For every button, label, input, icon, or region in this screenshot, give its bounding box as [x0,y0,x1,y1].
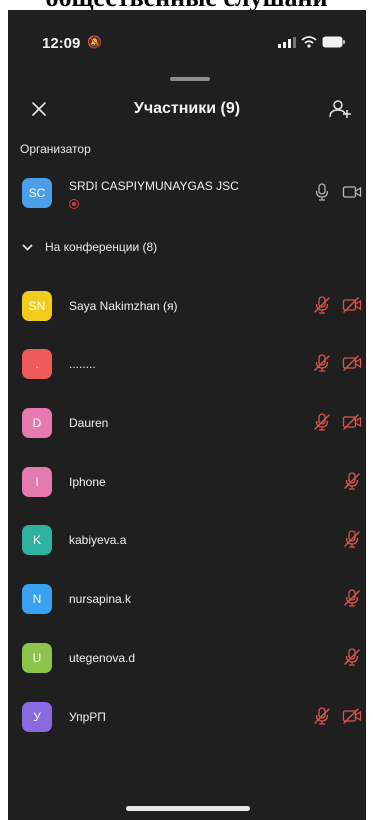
avatar: . [22,349,52,379]
microphone-muted-icon[interactable] [312,295,332,315]
camera-off-icon[interactable] [342,353,362,373]
participant-row[interactable]: I Iphone [8,458,366,506]
participant-row[interactable]: D Dauren [8,399,366,447]
participant-name: SRDI CASPIYMUNAYGAS JSC [69,179,239,193]
avatar: I [22,467,52,497]
camera-icon[interactable] [342,182,362,202]
conference-group-toggle[interactable]: На конференции (8) [22,240,157,254]
microphone-muted-icon[interactable] [342,647,362,667]
home-indicator[interactable] [126,806,250,811]
microphone-muted-icon[interactable] [342,471,362,491]
participant-row[interactable]: Kkabiyeva.a [8,516,366,564]
participants-header: Участники (9) [8,95,366,125]
camera-off-icon[interactable] [342,412,362,432]
chevron-down-icon [22,243,33,251]
conference-group-label: На конференции (8) [45,240,158,254]
participant-row[interactable]: Uutegenova.d [8,634,366,682]
phone-screen: 12:09 🔕 Участники (9) Организатор SC SRD… [8,10,366,820]
avatar: D [22,408,52,438]
participant-name: utegenova.d [69,651,136,665]
avatar: N [22,584,52,614]
organizer-row[interactable]: SC SRDI CASPIYMUNAYGAS JSC [8,169,366,217]
participant-name: УпрРП [69,710,106,724]
organizer-section-label: Организатор [20,142,91,156]
participant-name: Saya Nakimzhan (я) [69,299,178,313]
participant-name: ........ [69,357,96,371]
microphone-muted-icon[interactable] [342,529,362,549]
participant-name: nursapina.k [69,592,132,606]
avatar: SC [22,178,52,208]
microphone-icon[interactable] [312,182,332,202]
wifi-icon [301,36,317,48]
avatar: K [22,525,52,555]
system-icons [278,36,346,48]
participant-name: kabiyeva.a [69,533,127,547]
microphone-muted-icon[interactable] [312,353,332,373]
recording-icon [69,199,79,209]
page-title: Участники (9) [133,100,241,117]
participant-row[interactable]: Nnursapina.k [8,575,366,623]
participant-name: Iphone [69,475,106,489]
camera-off-icon[interactable] [342,706,362,726]
background-caption: общественные слушани [0,0,373,10]
avatar: У [22,702,52,732]
microphone-muted-icon[interactable] [312,412,332,432]
avatar: U [22,643,52,673]
add-user-icon[interactable] [328,97,352,121]
silent-bell-icon: 🔕 [87,35,102,49]
participant-name: Dauren [69,416,109,430]
camera-off-icon[interactable] [342,295,362,315]
sheet-handle[interactable] [170,77,210,81]
participant-row[interactable]: SN Saya Nakimzhan (я) [8,282,366,330]
signal-icon [278,36,296,48]
microphone-muted-icon[interactable] [312,706,332,726]
status-bar: 12:09 🔕 [8,10,366,70]
participant-row[interactable]: У УпрРП [8,693,366,741]
battery-icon [322,36,345,48]
participant-row[interactable]: ......... [8,340,366,388]
status-time: 12:09 [42,35,81,52]
avatar: SN [22,291,52,321]
microphone-muted-icon[interactable] [342,588,362,608]
